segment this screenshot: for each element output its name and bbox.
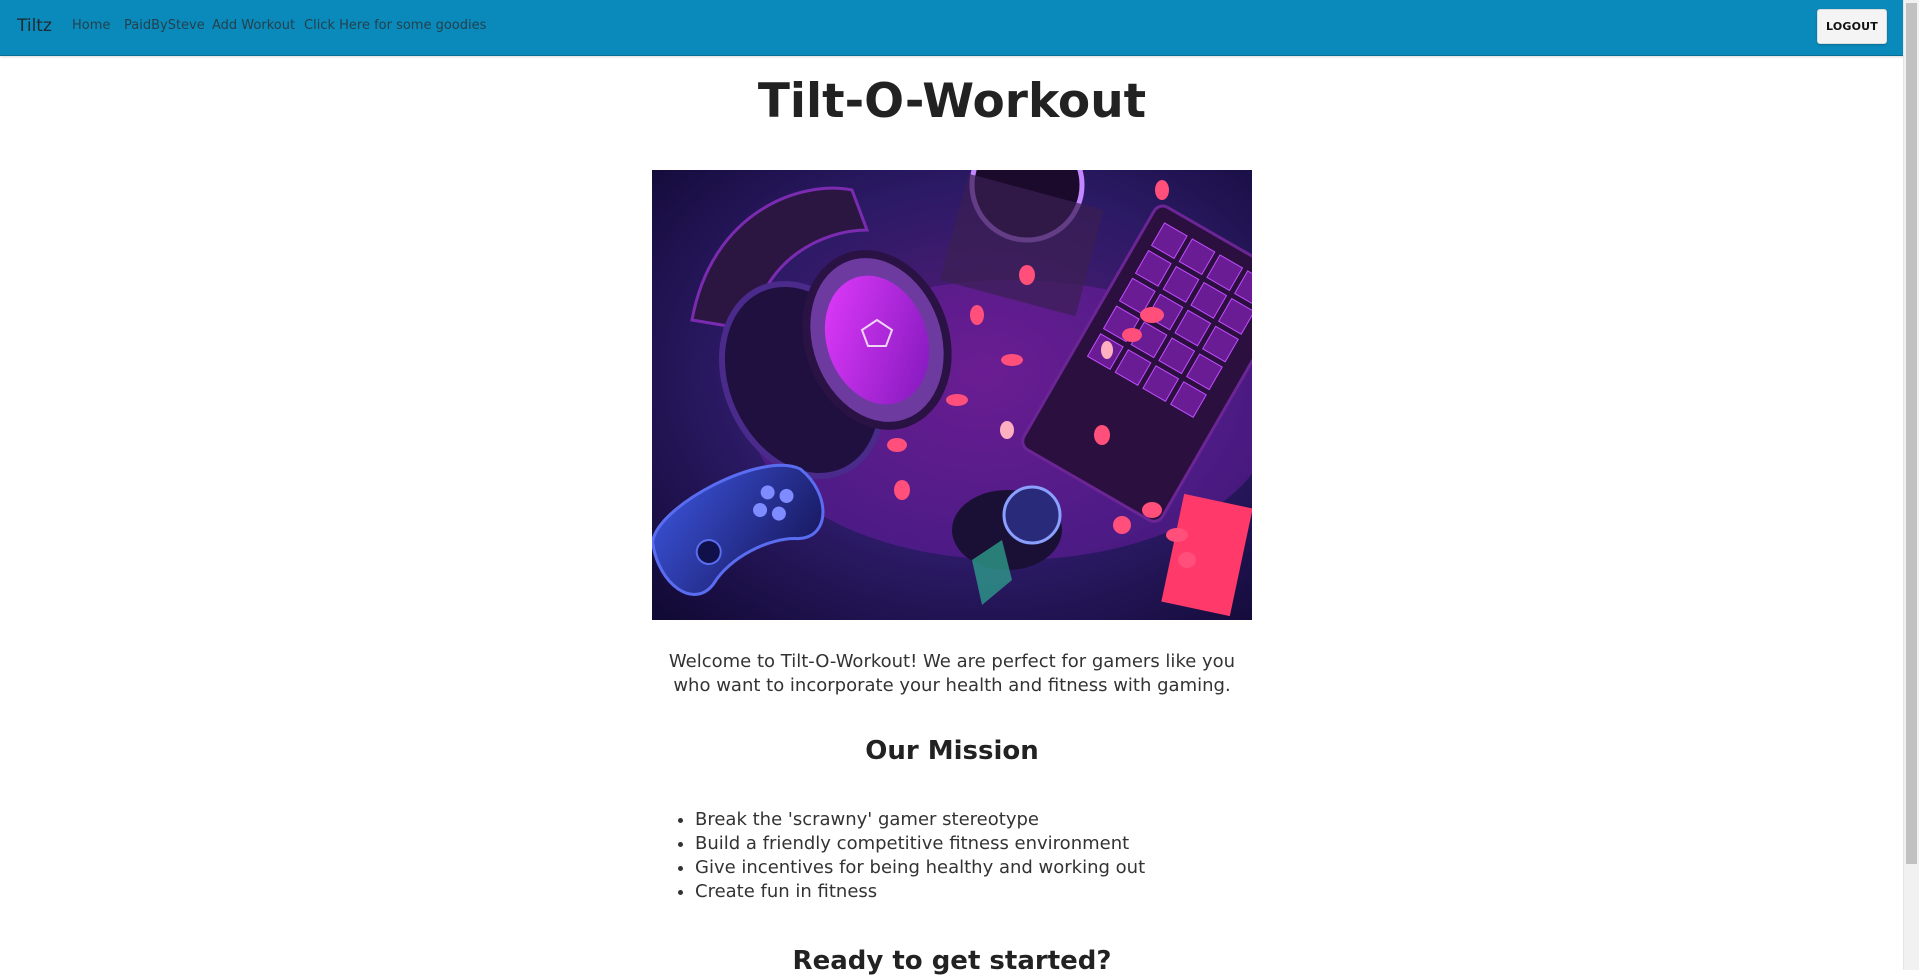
list-item: Break the 'scrawny' gamer stereotype <box>695 808 1145 832</box>
mission-list: Break the 'scrawny' gamer stereotype Bui… <box>667 808 1145 904</box>
mission-heading: Our Mission <box>865 736 1039 766</box>
brand-link[interactable]: Tiltz <box>17 16 52 36</box>
page-title: Tilt-O-Workout <box>757 74 1147 129</box>
main-content: Tilt-O-Workout Welcome to Tilt-O-Workout… <box>0 56 1904 976</box>
hero-gaming-image <box>652 170 1252 620</box>
top-navbar: Tiltz Home PaidBySteve Add Workout Click… <box>0 0 1904 56</box>
list-item: Give incentives for being healthy and wo… <box>695 856 1145 880</box>
logout-button[interactable]: LOGOUT <box>1817 9 1887 44</box>
nav-goodies-link[interactable]: Click Here for some goodies <box>304 18 486 33</box>
nav-home-link[interactable]: Home <box>72 18 110 33</box>
list-item: Create fun in fitness <box>695 880 1145 904</box>
nav-paidbysteve-link[interactable]: PaidBySteve <box>124 18 205 33</box>
get-started-heading: Ready to get started? <box>792 946 1112 976</box>
nav-add-workout-link[interactable]: Add Workout <box>212 18 295 33</box>
list-item: Build a friendly competitive fitness env… <box>695 832 1145 856</box>
welcome-paragraph: Welcome to Tilt-O-Workout! We are perfec… <box>668 651 1236 696</box>
page-scrollbar[interactable] <box>1903 0 1919 970</box>
scrollbar-thumb[interactable] <box>1906 3 1917 864</box>
